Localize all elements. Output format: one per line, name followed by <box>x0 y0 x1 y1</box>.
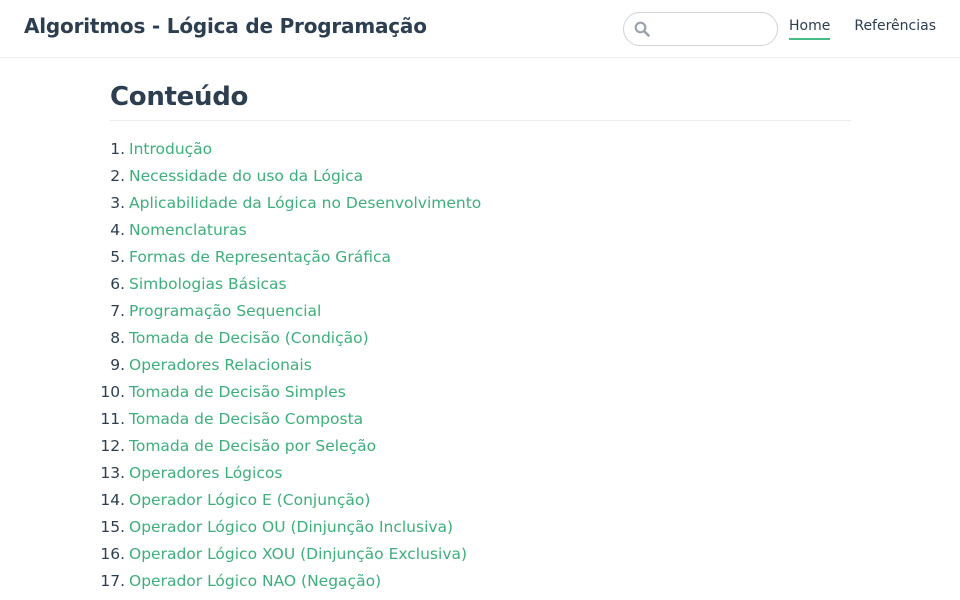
list-item: 3. Aplicabilidade da Lógica no Desenvolvi… <box>110 190 851 217</box>
list-item: 9. Operadores Relacionais <box>110 352 851 379</box>
list-item: 12. Tomada de Decisão por Seleção <box>100 433 851 460</box>
list-item-number: 4. <box>110 221 125 239</box>
toc-link[interactable]: Tomada de Decisão Simples <box>129 379 346 406</box>
list-item-number: 9. <box>110 356 125 374</box>
toc-link[interactable]: Simbologias Básicas <box>129 271 287 298</box>
toc-link[interactable]: Aplicabilidade da Lógica no Desenvolvime… <box>129 190 481 217</box>
toc-link[interactable]: Tomada de Decisão Composta <box>129 406 363 433</box>
nav-links: Home Referências <box>789 18 936 40</box>
toc-link[interactable]: Operadores Relacionais <box>129 352 312 379</box>
list-item-number: 3. <box>110 194 125 212</box>
list-item: 13. Operadores Lógicos <box>100 460 851 487</box>
list-item: 14. Operador Lógico E (Conjunção) <box>100 487 851 514</box>
list-item: 2. Necessidade do uso da Lógica <box>110 163 851 190</box>
search-box[interactable] <box>623 12 778 46</box>
list-item-number: 14. <box>100 491 125 509</box>
list-item: 1. Introdução <box>110 136 851 163</box>
toc-link[interactable]: Operador Lógico XOU (Dinjunção Exclusiva… <box>129 541 467 568</box>
list-item-number: 13. <box>100 464 125 482</box>
list-item-number: 17. <box>100 572 125 590</box>
top-navbar: Algoritmos - Lógica de Programação Home … <box>0 0 960 58</box>
list-item-number: 8. <box>110 329 125 347</box>
list-item-number: 6. <box>110 275 125 293</box>
list-item-number: 10. <box>100 383 125 401</box>
list-item-number: 16. <box>100 545 125 563</box>
toc-link[interactable]: Formas de Representação Gráfica <box>129 244 391 271</box>
toc-link[interactable]: Programação Sequencial <box>129 298 321 325</box>
toc-link[interactable]: Tomada de Decisão (Condição) <box>129 325 369 352</box>
toc-link[interactable]: Necessidade do uso da Lógica <box>129 163 363 190</box>
list-item-number: 7. <box>110 302 125 320</box>
list-item: 15. Operador Lógico OU (Dinjunção Inclusi… <box>100 514 851 541</box>
list-item: 7. Programação Sequencial <box>110 298 851 325</box>
list-item-number: 5. <box>110 248 125 266</box>
toc-link[interactable]: Operador Lógico E (Conjunção) <box>129 487 370 514</box>
list-item: 8. Tomada de Decisão (Condição) <box>110 325 851 352</box>
list-item-number: 11. <box>100 410 125 428</box>
list-item-number: 1. <box>110 140 125 158</box>
list-item: 4. Nomenclaturas <box>110 217 851 244</box>
toc-link[interactable]: Operadores Lógicos <box>129 460 282 487</box>
list-item: 11. Tomada de Decisão Composta <box>100 406 851 433</box>
list-item-number: 15. <box>100 518 125 536</box>
toc-link[interactable]: Operador Lógico OU (Dinjunção Inclusiva) <box>129 514 453 541</box>
list-item: 6. Simbologias Básicas <box>110 271 851 298</box>
list-item: 17. Operador Lógico NAO (Negação) <box>100 568 851 595</box>
toc-link[interactable]: Tomada de Decisão por Seleção <box>129 433 376 460</box>
page-title: Conteúdo <box>110 80 851 121</box>
list-item-number: 12. <box>100 437 125 455</box>
list-item-number: 2. <box>110 167 125 185</box>
search-input[interactable] <box>654 17 772 41</box>
list-item: 16. Operador Lógico XOU (Dinjunção Exclus… <box>100 541 851 568</box>
toc-link[interactable]: Nomenclaturas <box>129 217 247 244</box>
nav-link-home[interactable]: Home <box>789 18 831 40</box>
main-content: Conteúdo 1. Introdução 2. Necessidade do us… <box>100 80 851 595</box>
search-icon <box>634 21 650 37</box>
table-of-contents: 1. Introdução 2. Necessidade do uso da Lógi… <box>100 136 851 595</box>
list-item: 10. Tomada de Decisão Simples <box>100 379 851 406</box>
site-title[interactable]: Algoritmos - Lógica de Programação <box>24 14 427 38</box>
nav-link-referencias[interactable]: Referências <box>854 18 936 40</box>
list-item: 5. Formas de Representação Gráfica <box>110 244 851 271</box>
toc-link[interactable]: Operador Lógico NAO (Negação) <box>129 568 381 595</box>
toc-link[interactable]: Introdução <box>129 136 212 163</box>
